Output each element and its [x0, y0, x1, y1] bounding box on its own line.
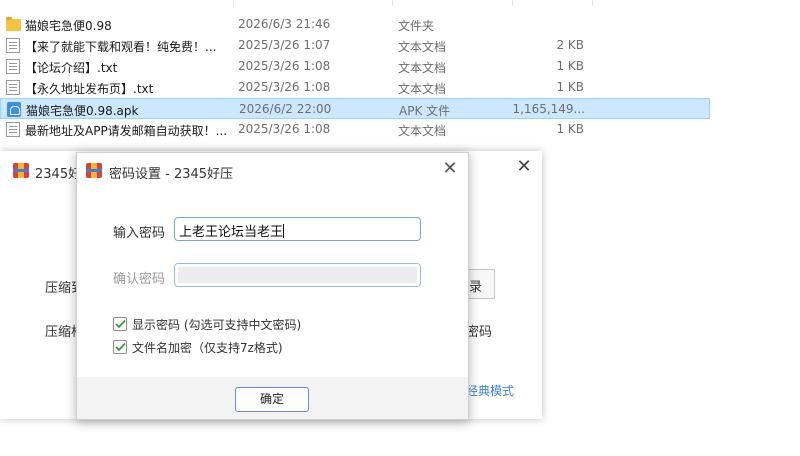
dialog-title: 密码设置 - 2345好压	[109, 167, 234, 182]
ok-button[interactable]: 确定	[235, 387, 309, 412]
file-name: 最新地址及APP请发邮箱自动获取！...	[25, 124, 228, 138]
haozip-logo-icon	[86, 163, 102, 179]
file-row[interactable]: 【来了就能下载和观看！纯免费！... 2025/3/26 1:07 文本文档 2…	[0, 35, 710, 56]
set-password-link[interactable]: 密码	[466, 321, 492, 340]
file-name: 【来了就能下载和观看！纯免费！...	[25, 40, 217, 54]
confirm-password-label: 确认密码	[113, 272, 166, 287]
file-name: 猫娘宅急便0.98	[25, 19, 112, 33]
file-type: 文件夹	[398, 19, 435, 33]
file-row[interactable]: 【论坛介绍】.txt 2025/3/26 1:08 文本文档 1 KB	[0, 56, 710, 77]
file-name: 【论坛介绍】.txt	[25, 61, 118, 75]
column-separator[interactable]	[592, 0, 593, 6]
show-password-checkbox[interactable]	[113, 317, 127, 331]
password-value: 上老王论坛当老王	[179, 225, 284, 240]
column-header-strip	[0, 0, 800, 6]
file-size: 1 KB	[556, 122, 584, 136]
file-row[interactable]: 猫娘宅急便0.98 2026/6/3 21:46 文件夹	[0, 14, 710, 35]
password-settings-dialog: 密码设置 - 2345好压 ✕ 输入密码 上老王论坛当老王 确认密码 显示密码 …	[76, 152, 469, 420]
txt-file-icon	[6, 122, 20, 137]
file-date: 2026/6/3 21:46	[238, 17, 331, 31]
file-date: 2026/6/2 22:00	[239, 102, 332, 116]
classic-mode-link[interactable]: 经典模式	[466, 382, 514, 399]
file-type: 文本文档	[398, 82, 447, 96]
file-date: 2025/3/26 1:08	[238, 80, 331, 94]
file-row[interactable]: 【永久地址发布页】.txt 2025/3/26 1:08 文本文档 1 KB	[0, 77, 710, 98]
file-name: 猫娘宅急便0.98.apk	[26, 104, 139, 118]
show-password-label: 显示密码 (勾选可支持中文密码)	[132, 318, 302, 332]
password-label: 输入密码	[113, 226, 166, 241]
folder-icon	[6, 17, 21, 31]
column-separator[interactable]	[233, 0, 234, 6]
confirm-password-input[interactable]	[174, 263, 421, 287]
confirm-password-field-disabled	[178, 267, 417, 283]
haozip-logo-icon	[13, 163, 29, 178]
file-type: 文本文档	[398, 40, 447, 54]
file-row-selected[interactable]: 猫娘宅急便0.98.apk 2026/6/2 22:00 APK 文件 1,16…	[0, 98, 710, 119]
file-name: 【永久地址发布页】.txt	[25, 82, 154, 96]
file-size: 2 KB	[556, 38, 584, 52]
file-date: 2025/3/26 1:08	[238, 122, 331, 136]
file-type: 文本文档	[398, 124, 447, 138]
close-icon[interactable]: ✕	[516, 158, 532, 176]
file-size: 1 KB	[556, 59, 584, 73]
file-size: 1 KB	[556, 80, 584, 94]
file-row[interactable]: 最新地址及APP请发邮箱自动获取！... 2025/3/26 1:08 文本文档…	[0, 119, 710, 140]
encrypt-filenames-checkbox[interactable]	[113, 340, 127, 354]
check-icon	[115, 342, 126, 352]
column-separator[interactable]	[392, 0, 393, 6]
text-caret	[283, 224, 285, 238]
txt-file-icon	[6, 38, 20, 53]
txt-file-icon	[6, 80, 20, 95]
password-input[interactable]: 上老王论坛当老王	[174, 217, 421, 241]
txt-file-icon	[6, 59, 20, 74]
file-size: 1,165,149...	[512, 102, 585, 116]
file-type: APK 文件	[399, 104, 451, 118]
close-icon[interactable]: ✕	[441, 160, 459, 178]
column-separator[interactable]	[512, 0, 513, 6]
encrypt-filenames-label: 文件名加密（仅支持7z格式)	[132, 341, 283, 355]
file-explorer-list: 猫娘宅急便0.98 2026/6/3 21:46 文件夹 【来了就能下载和观看！…	[0, 0, 800, 145]
file-date: 2025/3/26 1:08	[238, 59, 331, 73]
check-icon	[115, 319, 126, 329]
file-type: 文本文档	[398, 61, 447, 75]
compress-window-title: 2345好	[35, 167, 82, 182]
file-date: 2025/3/26 1:07	[238, 38, 331, 52]
apk-file-icon	[7, 102, 21, 117]
